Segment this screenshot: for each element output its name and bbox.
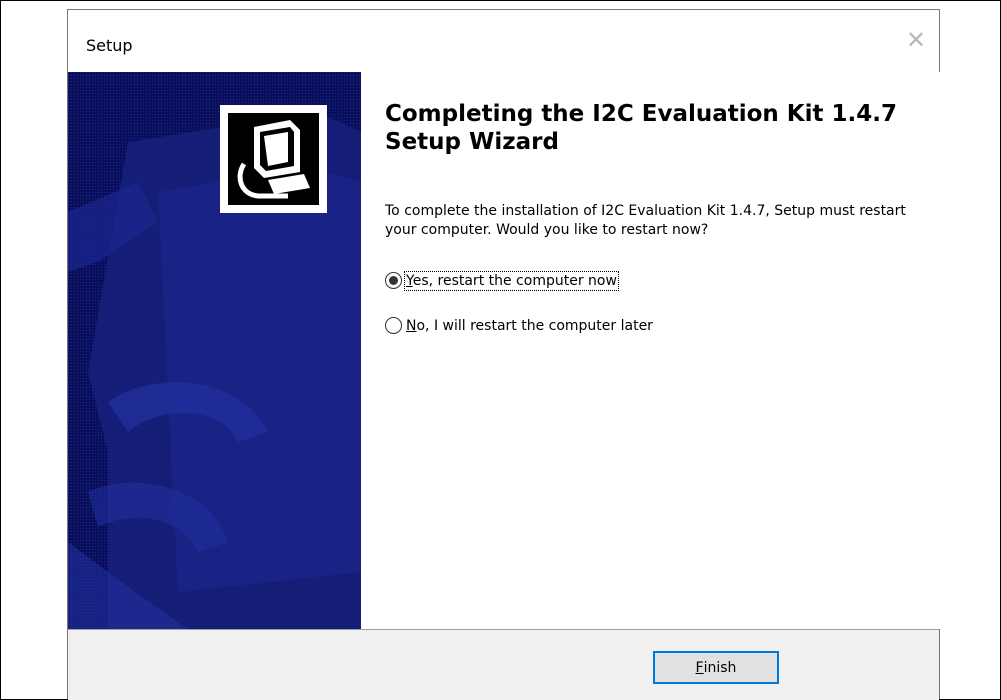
window-title: Setup xyxy=(86,36,133,55)
setup-icon xyxy=(220,105,327,213)
radio-dot xyxy=(389,276,398,285)
radio-button-selected[interactable] xyxy=(385,272,402,289)
close-button[interactable]: ✕ xyxy=(893,20,939,60)
wizard-banner xyxy=(68,72,361,629)
restart-later-label[interactable]: No, I will restart the computer later xyxy=(406,318,653,334)
finish-label: inish xyxy=(703,659,737,676)
button-bar: Finish xyxy=(68,629,939,700)
restart-now-text: es, restart the computer now xyxy=(412,272,617,289)
mnemonic-y: Y xyxy=(406,272,413,289)
installer-banner-graphic xyxy=(68,72,361,629)
page-title: Completing the I2C Evaluation Kit 1.4.7 … xyxy=(385,101,897,155)
finish-button[interactable]: Finish xyxy=(653,651,779,684)
setup-dialog: Setup ✕ Completing the I2C Evaluation Ki… xyxy=(67,9,940,700)
mnemonic-n: N xyxy=(406,317,417,334)
screenshot-frame: Setup ✕ Completing the I2C Evaluation Ki… xyxy=(0,0,1001,700)
restart-now-option[interactable]: Yes, restart the computer now xyxy=(385,270,619,291)
radio-button-unselected[interactable] xyxy=(385,317,402,334)
restart-later-option[interactable]: No, I will restart the computer later xyxy=(385,317,653,334)
title-bar: Setup ✕ xyxy=(68,10,939,72)
restart-now-label[interactable]: Yes, restart the computer now xyxy=(404,270,619,291)
wizard-content: Completing the I2C Evaluation Kit 1.4.7 … xyxy=(361,72,940,629)
mnemonic-f: F xyxy=(695,659,704,676)
restart-later-text: o, I will restart the computer later xyxy=(416,317,653,334)
close-icon: ✕ xyxy=(905,26,927,54)
description-text: To complete the installation of I2C Eval… xyxy=(385,203,906,238)
